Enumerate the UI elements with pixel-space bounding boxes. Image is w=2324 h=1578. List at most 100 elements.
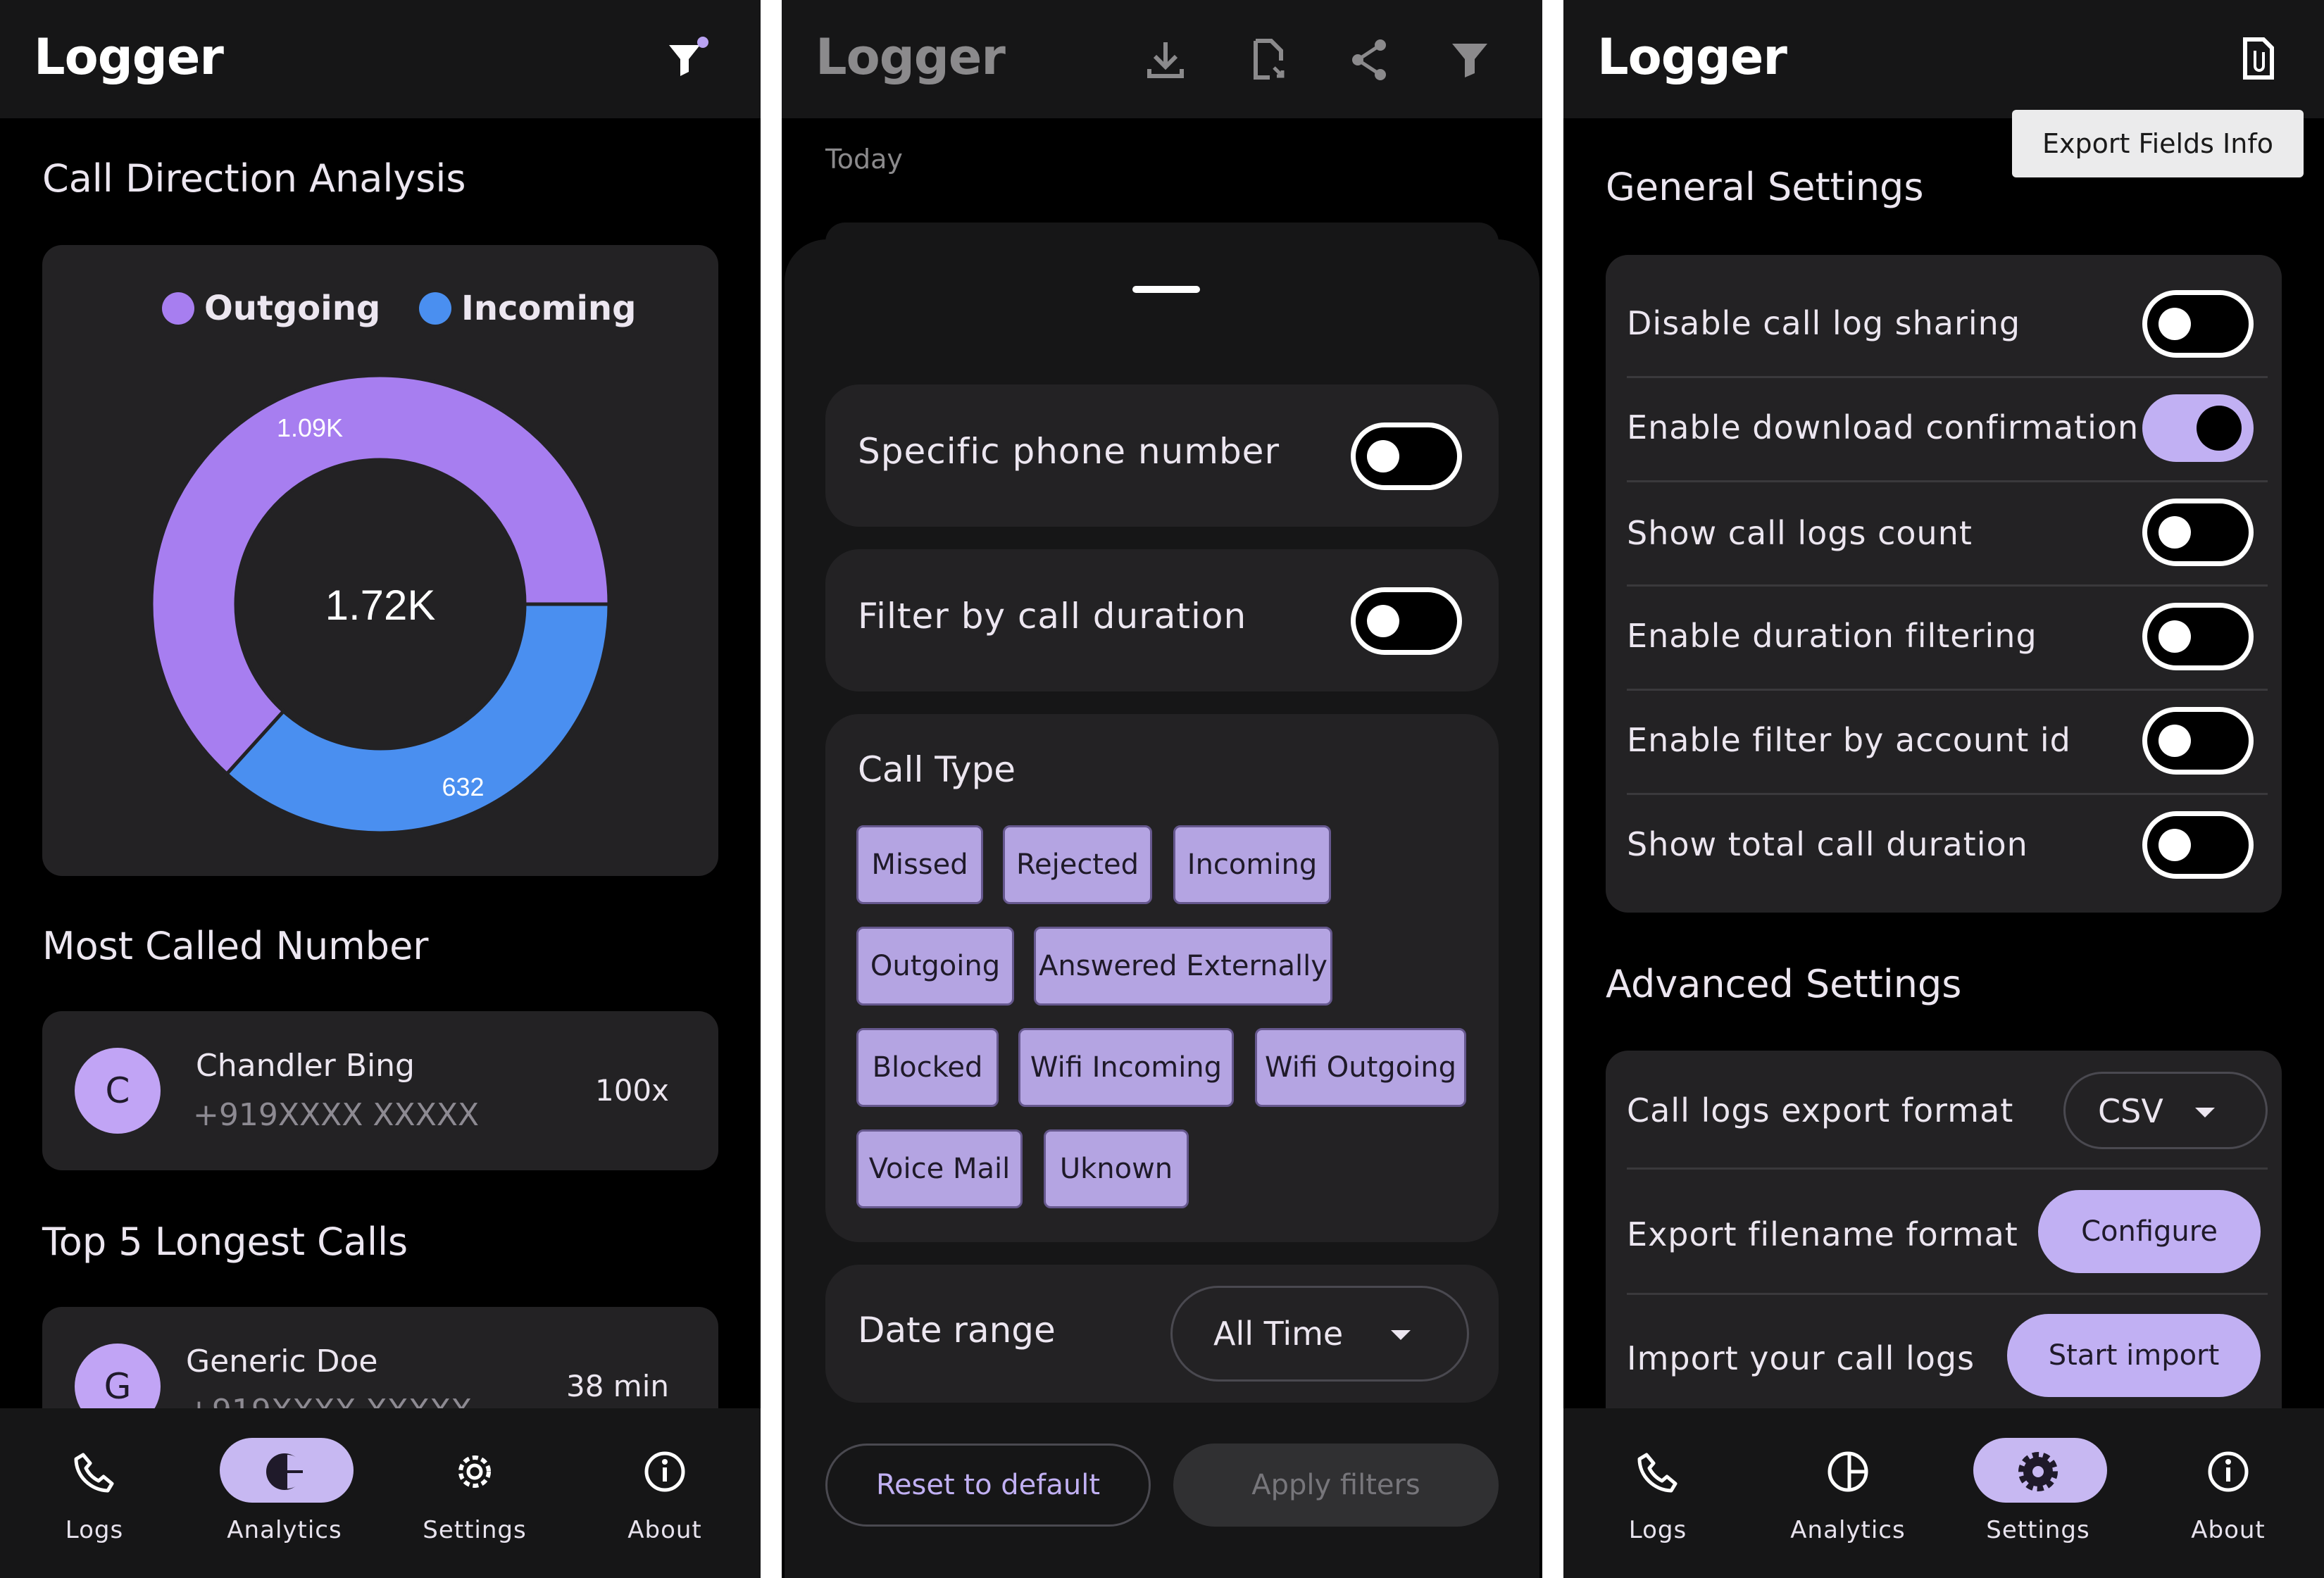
settings-screen: Logger Export Fields Info General Settin… (1563, 0, 2324, 1578)
chip-voice-mail[interactable]: Voice Mail (856, 1129, 1023, 1208)
dropdown-arrow-icon (2195, 1108, 2215, 1117)
setting-label: Show total call duration (1627, 825, 2028, 863)
date-header: Today (825, 144, 903, 175)
date-range-row: Date range All Time (825, 1265, 1499, 1403)
tooltip: Export Fields Info (2012, 110, 2304, 177)
chip-missed[interactable]: Missed (856, 825, 983, 904)
nav-label: Analytics (1790, 1516, 1906, 1544)
donut-slice-incoming (224, 602, 611, 835)
call-type-title: Call Type (858, 749, 1016, 790)
chip-answered-externally[interactable]: Answered Externally (1034, 927, 1332, 1006)
general-settings-title: General Settings (1606, 165, 1924, 209)
chip-unknown[interactable]: Uknown (1044, 1129, 1189, 1208)
most-called-card[interactable]: C Chandler Bing +919XXXX XXXXX 100x (42, 1011, 718, 1170)
toggle-download-confirmation[interactable] (2142, 394, 2254, 462)
setting-label: Enable duration filtering (1627, 617, 2037, 655)
analytics-screen: Logger Call Direction Analysis Outgoing … (0, 0, 761, 1578)
donut-data-label-incoming: 632 (442, 772, 484, 801)
direction-chart-card: Outgoing Incoming 632 1.09K 1.72K (42, 245, 718, 876)
app-title: Logger (34, 28, 224, 86)
nav-label: About (2191, 1516, 2266, 1544)
nav-label: Analytics (227, 1516, 342, 1544)
export-format-value: CSV (2098, 1092, 2163, 1130)
filters-screen: Logger Today Specific phone number Filte… (782, 0, 1542, 1578)
export-fields-info-icon[interactable] (2234, 34, 2283, 83)
export-file-icon[interactable] (1243, 35, 1292, 84)
toggle-call-logs-count[interactable] (2142, 499, 2254, 566)
contact-name: Generic Doe (186, 1344, 378, 1379)
chip-incoming[interactable]: Incoming (1173, 825, 1331, 904)
nav-analytics[interactable]: Analytics (214, 1429, 355, 1563)
setting-label: Show call logs count (1627, 514, 1973, 552)
filter-icon[interactable] (662, 35, 711, 84)
apply-button[interactable]: Apply filters (1173, 1444, 1499, 1527)
specific-phone-toggle[interactable] (1351, 422, 1462, 490)
divider (1627, 793, 2268, 795)
duration-filter-row: Filter by call duration (825, 549, 1499, 691)
nav-logs[interactable]: Logs (24, 1429, 165, 1563)
nav-settings[interactable]: Settings (404, 1429, 545, 1563)
chip-wifi-outgoing[interactable]: Wifi Outgoing (1255, 1028, 1466, 1107)
toggle-total-duration[interactable] (2142, 811, 2254, 879)
avatar: C (75, 1048, 161, 1134)
export-format-dropdown[interactable]: CSV (2063, 1072, 2268, 1149)
divider (1627, 584, 2268, 587)
legend-outgoing: Outgoing (162, 289, 380, 328)
legend-incoming: Incoming (419, 289, 636, 328)
specific-phone-row: Specific phone number (825, 384, 1499, 527)
toggle-duration-filtering[interactable] (2142, 603, 2254, 670)
date-range-dropdown[interactable]: All Time (1170, 1286, 1469, 1382)
drag-handle[interactable] (1132, 286, 1200, 293)
divider (1627, 689, 2268, 691)
app-bar: Logger (1563, 0, 2324, 118)
reset-button[interactable]: Reset to default (825, 1444, 1151, 1527)
configure-button[interactable]: Configure (2038, 1190, 2261, 1273)
filter-icon[interactable] (1447, 35, 1496, 84)
legend-swatch-incoming (419, 292, 451, 325)
app-title: Logger (1597, 28, 1787, 86)
app-bar: Logger (0, 0, 761, 118)
nav-analytics[interactable]: Analytics (1778, 1429, 1918, 1563)
setting-label: Enable download confirmation (1627, 408, 2139, 446)
nav-label: About (627, 1516, 702, 1544)
chip-blocked[interactable]: Blocked (856, 1028, 999, 1107)
chip-wifi-incoming[interactable]: Wifi Incoming (1018, 1028, 1234, 1107)
divider (1627, 480, 2268, 482)
section-title-most: Most Called Number (42, 924, 429, 968)
phone-icon (74, 1453, 114, 1493)
toggle-filter-account-id[interactable] (2142, 707, 2254, 775)
share-icon[interactable] (1345, 35, 1394, 84)
donut-chart: 632 1.09K 1.72K (149, 373, 611, 835)
nav-label: Logs (1628, 1516, 1687, 1544)
export-format-label: Call logs export format (1627, 1091, 2014, 1129)
duration-filter-label: Filter by call duration (858, 596, 1247, 637)
gear-icon (458, 1455, 491, 1488)
start-import-button[interactable]: Start import (2007, 1314, 2261, 1397)
divider (1627, 1167, 2268, 1170)
nav-settings[interactable]: Settings (1968, 1429, 2109, 1563)
nav-about[interactable]: About (2158, 1429, 2299, 1563)
donut-data-label-outgoing: 1.09K (277, 413, 343, 442)
nav-about[interactable]: About (594, 1429, 735, 1563)
nav-logs[interactable]: Logs (1587, 1429, 1728, 1563)
bottom-nav: Logs Analytics Settings About (1563, 1408, 2324, 1578)
section-title-direction: Call Direction Analysis (42, 156, 466, 201)
legend-swatch-outgoing (162, 292, 194, 325)
nav-label: Settings (423, 1516, 527, 1544)
download-icon[interactable] (1141, 35, 1190, 84)
advanced-settings-title: Advanced Settings (1606, 962, 1962, 1006)
duration-filter-toggle[interactable] (1351, 587, 1462, 655)
info-icon (2208, 1451, 2249, 1492)
bottom-nav: Logs Analytics Settings About (0, 1408, 761, 1578)
divider (1627, 376, 2268, 378)
section-title-top: Top 5 Longest Calls (42, 1220, 408, 1264)
date-range-value: All Time (1213, 1315, 1344, 1353)
chip-rejected[interactable]: Rejected (1003, 825, 1152, 904)
legend-label-incoming: Incoming (461, 289, 637, 328)
setting-label: Disable call log sharing (1627, 304, 2021, 342)
pie-chart-icon (266, 1453, 304, 1490)
chip-outgoing[interactable]: Outgoing (856, 927, 1014, 1006)
toggle-disable-sharing[interactable] (2142, 290, 2254, 358)
pie-chart-icon (1828, 1451, 1868, 1492)
call-type-card: Call Type Missed Rejected Incoming Outgo… (825, 714, 1499, 1242)
